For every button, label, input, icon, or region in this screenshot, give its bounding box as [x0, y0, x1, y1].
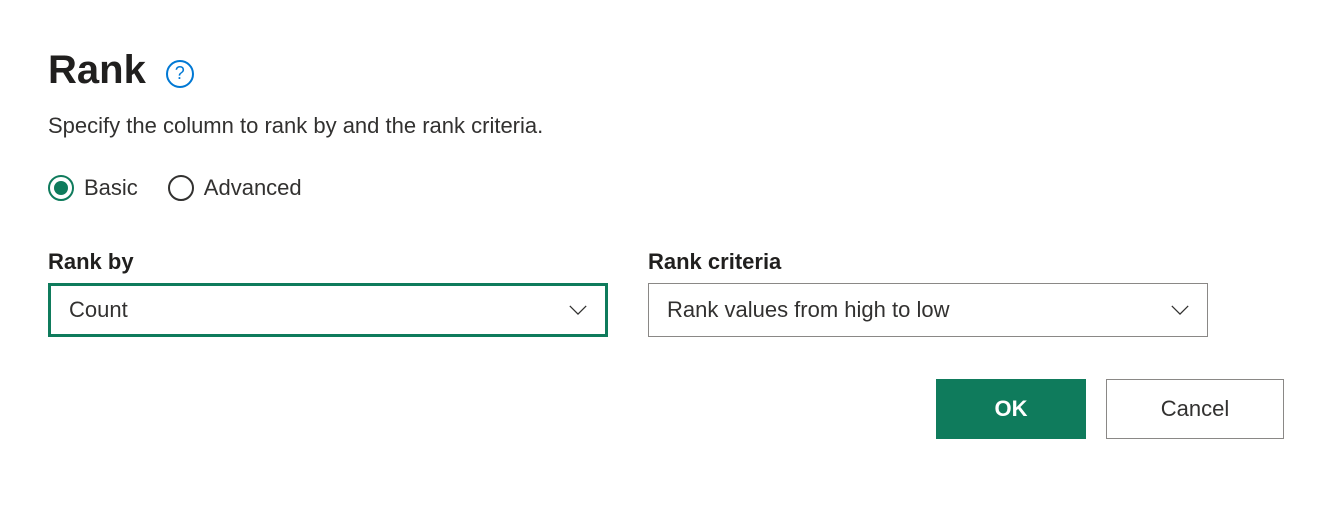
rank-criteria-value: Rank values from high to low [667, 297, 949, 323]
button-row: OK Cancel [936, 379, 1284, 439]
rank-by-value: Count [69, 297, 128, 323]
radio-basic[interactable]: Basic [48, 175, 138, 201]
help-icon[interactable]: ? [166, 60, 194, 88]
radio-basic-label: Basic [84, 175, 138, 201]
radio-icon [48, 175, 74, 201]
ok-button[interactable]: OK [936, 379, 1086, 439]
mode-radio-group: Basic Advanced [48, 175, 1284, 201]
radio-icon [168, 175, 194, 201]
page-title: Rank [48, 48, 146, 93]
rank-by-label: Rank by [48, 249, 608, 275]
rank-criteria-label: Rank criteria [648, 249, 1208, 275]
chevron-down-icon [1171, 301, 1189, 319]
fields-row: Rank by Count Rank criteria Rank values … [48, 249, 1284, 337]
rank-by-field: Rank by Count [48, 249, 608, 337]
description-text: Specify the column to rank by and the ra… [48, 113, 1284, 139]
title-row: Rank ? [48, 48, 1284, 93]
radio-advanced-label: Advanced [204, 175, 302, 201]
radio-advanced[interactable]: Advanced [168, 175, 302, 201]
rank-criteria-field: Rank criteria Rank values from high to l… [648, 249, 1208, 337]
rank-by-select[interactable]: Count [48, 283, 608, 337]
cancel-button[interactable]: Cancel [1106, 379, 1284, 439]
rank-criteria-select[interactable]: Rank values from high to low [648, 283, 1208, 337]
chevron-down-icon [569, 301, 587, 319]
